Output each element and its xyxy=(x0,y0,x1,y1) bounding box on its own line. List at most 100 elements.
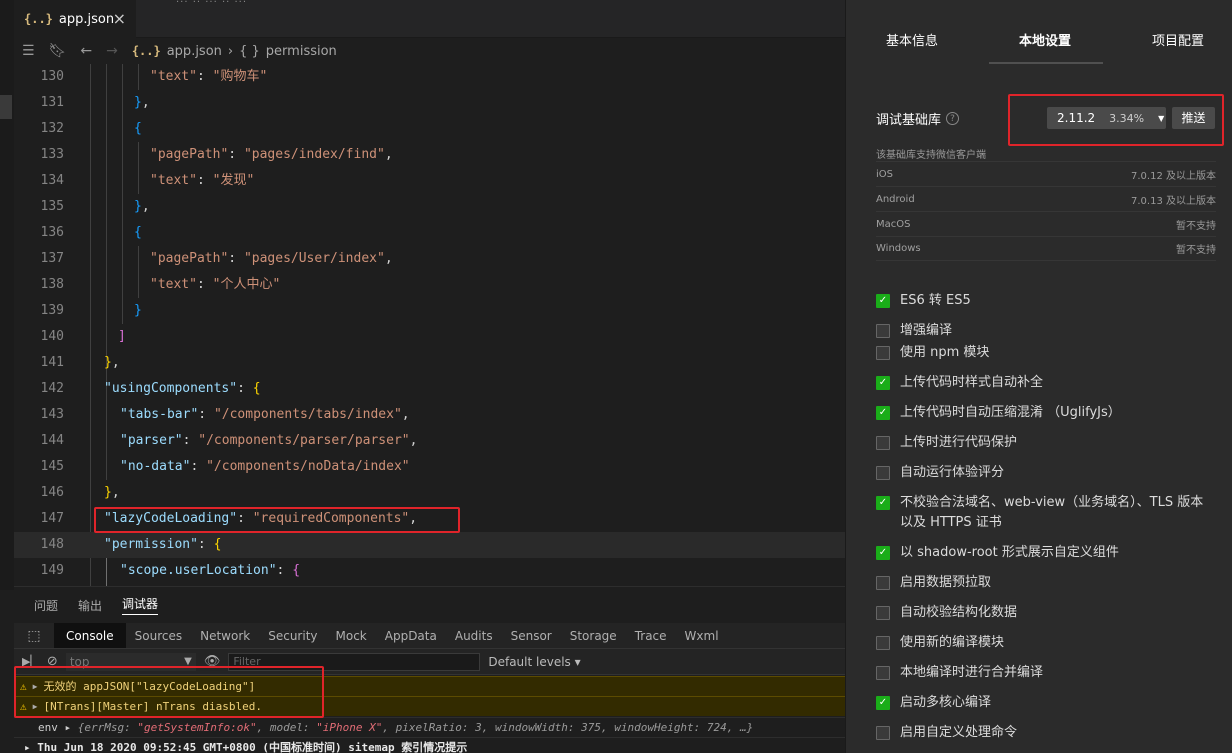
devtools-tab-audits[interactable]: Audits xyxy=(446,623,502,648)
line-number: 146 xyxy=(40,485,64,500)
breadcrumb-separator: › xyxy=(227,43,234,59)
code-token: : xyxy=(182,433,199,448)
setting-option[interactable]: ✓ 启动多核心编译 xyxy=(876,693,1216,713)
panel-tab-problems[interactable]: 问题 xyxy=(34,597,58,614)
code-token: "发现" xyxy=(212,173,255,188)
checkbox-unchecked-icon[interactable] xyxy=(876,576,890,590)
checkbox-unchecked-icon[interactable] xyxy=(876,346,890,360)
code-line: 146}, xyxy=(14,480,845,506)
setting-option[interactable]: 使用 npm 模块 xyxy=(876,343,1216,363)
forward-arrow-icon[interactable]: → xyxy=(106,43,118,59)
editor-tab-app-json[interactable]: {..} app.json × xyxy=(14,0,136,38)
devtools-tab-mock[interactable]: Mock xyxy=(327,623,376,648)
log-text: , model: xyxy=(256,721,317,734)
setting-option[interactable]: ✓ 上传代码时自动压缩混淆 （UglifyJs） xyxy=(876,403,1216,423)
support-row: Android 7.0.13 及以上版本 xyxy=(876,186,1216,211)
setting-option[interactable]: 增强编译 xyxy=(876,321,1216,341)
settings-tab-bar: 基本信息 本地设置 项目配置 xyxy=(846,0,1232,66)
inspect-element-icon[interactable]: ⬚ xyxy=(14,623,54,648)
editor-tab-bar: {..} app.json × ··· ·· ··· ·· ··· xyxy=(14,0,845,38)
setting-option[interactable]: 自动校验结构化数据 xyxy=(876,603,1216,623)
checkbox-unchecked-icon[interactable] xyxy=(876,666,890,680)
code-line: 145 "no-data": "/components/noData/index" xyxy=(14,454,845,480)
setting-option[interactable]: ✓ 以 shadow-root 形式展示自定义组件 xyxy=(876,543,1216,563)
code-token: "个人中心" xyxy=(212,277,281,292)
code-token: ] xyxy=(118,329,126,344)
back-arrow-icon[interactable]: ← xyxy=(80,43,92,59)
checkbox-unchecked-icon[interactable] xyxy=(876,436,890,450)
activity-strip xyxy=(0,0,14,590)
checkbox-checked-icon[interactable]: ✓ xyxy=(876,376,890,390)
checkbox-checked-icon[interactable]: ✓ xyxy=(876,406,890,420)
devtools-tab-sources[interactable]: Sources xyxy=(126,623,191,648)
devtools-tab-storage[interactable]: Storage xyxy=(561,623,626,648)
list-view-icon[interactable]: ☰ xyxy=(22,43,35,59)
setting-option[interactable]: 自动运行体验评分 xyxy=(876,463,1216,483)
checkbox-checked-icon[interactable]: ✓ xyxy=(876,696,890,710)
code-line: 149 "scope.userLocation": { xyxy=(14,558,845,584)
code-text: "tabs-bar": "/components/tabs/index", xyxy=(120,402,410,428)
checkbox-unchecked-icon[interactable] xyxy=(876,726,890,740)
code-text: }, xyxy=(134,194,150,220)
code-line: 137 "pagePath": "pages/User/index", xyxy=(14,246,845,272)
checkbox-checked-icon[interactable]: ✓ xyxy=(876,546,890,560)
code-token: { xyxy=(252,381,261,396)
breadcrumb-file[interactable]: app.json xyxy=(167,44,222,59)
close-tab-icon[interactable]: × xyxy=(113,9,126,28)
setting-option-label: 自动运行体验评分 xyxy=(900,465,1005,480)
checkbox-unchecked-icon[interactable] xyxy=(876,466,890,480)
line-number: 137 xyxy=(40,251,64,266)
setting-option[interactable]: 启用自定义处理命令 xyxy=(876,723,1216,743)
code-token: "购物车" xyxy=(212,69,268,84)
code-token: "tabs-bar" xyxy=(120,407,199,422)
setting-option[interactable]: 使用新的编译模块 xyxy=(876,633,1216,653)
support-os: MacOS xyxy=(876,218,911,230)
settings-tab-basic-info[interactable]: 基本信息 xyxy=(886,30,938,49)
code-token: "scope.userLocation" xyxy=(120,563,277,578)
checkbox-unchecked-icon[interactable] xyxy=(876,324,890,338)
setting-option[interactable]: 启用数据预拉取 xyxy=(876,573,1216,593)
setting-option-label: 上传代码时自动压缩混淆 （UglifyJs） xyxy=(900,405,1121,420)
setting-option[interactable]: 本地编译时进行合并编译 xyxy=(876,663,1216,683)
setting-option[interactable]: ✓ ES6 转 ES5 xyxy=(876,291,1216,311)
devtools-tab-console[interactable]: Console xyxy=(54,623,126,648)
code-token: : xyxy=(228,251,244,266)
console-log-row[interactable]: ▸ Thu Jun 18 2020 09:52:45 GMT+0800 (中国标… xyxy=(14,737,845,753)
devtools-tab-appdata[interactable]: AppData xyxy=(376,623,446,648)
code-line: 134 "text": "发现" xyxy=(14,168,845,194)
devtools-tab-network[interactable]: Network xyxy=(191,623,259,648)
highlight-box-lazy-code-loading xyxy=(94,507,460,533)
code-token: , xyxy=(384,251,393,266)
setting-option[interactable]: ✓ 不校验合法域名、web-view（业务域名）、TLS 版本以及 HTTPS 证… xyxy=(876,493,1216,533)
devtools-tab-sensor[interactable]: Sensor xyxy=(502,623,561,648)
help-icon[interactable]: ? xyxy=(946,112,960,125)
setting-option-label: 本地编译时进行合并编译 xyxy=(900,665,1044,680)
panel-tab-output[interactable]: 输出 xyxy=(78,597,102,614)
breadcrumb-symbol[interactable]: permission xyxy=(266,44,337,59)
checkbox-unchecked-icon[interactable] xyxy=(876,636,890,650)
code-token: "pages/index/find" xyxy=(243,147,385,162)
checkbox-checked-icon[interactable]: ✓ xyxy=(876,294,890,308)
bookmark-icon[interactable]: 🔖︎ xyxy=(49,43,67,59)
code-token: "/components/tabs/index" xyxy=(213,407,402,422)
settings-tab-local[interactable]: 本地设置 xyxy=(1019,30,1071,49)
devtools-tab-trace[interactable]: Trace xyxy=(626,623,676,648)
log-levels-dropdown[interactable]: Default levels ▾ xyxy=(488,655,580,669)
setting-option[interactable]: 上传时进行代码保护 xyxy=(876,433,1216,453)
checkbox-checked-icon[interactable]: ✓ xyxy=(876,496,890,510)
setting-option[interactable]: ✓ 上传代码时样式自动补全 xyxy=(876,373,1216,393)
checkbox-unchecked-icon[interactable] xyxy=(876,606,890,620)
line-number: 138 xyxy=(40,277,64,292)
settings-tab-project-config[interactable]: 项目配置 xyxy=(1152,30,1204,49)
devtools-tab-wxml[interactable]: Wxml xyxy=(676,623,728,648)
settings-panel: 基本信息 本地设置 项目配置 调试基础库 ? 2.11.2 3.34% ▼ 推送… xyxy=(845,0,1232,753)
devtools-tab-bar: ⬚ Console Sources Network Security Mock … xyxy=(14,623,845,649)
devtools-tab-security[interactable]: Security xyxy=(259,623,326,648)
panel-tab-debugger[interactable]: 调试器 xyxy=(122,595,159,615)
code-token: { xyxy=(134,121,142,136)
code-token: , xyxy=(384,147,393,162)
code-token: , xyxy=(409,433,418,448)
console-log-row[interactable]: env ▸ {errMsg: "getSystemInfo:ok", model… xyxy=(14,717,845,737)
line-number: 140 xyxy=(40,329,64,344)
support-row: MacOS 暂不支持 xyxy=(876,211,1216,236)
